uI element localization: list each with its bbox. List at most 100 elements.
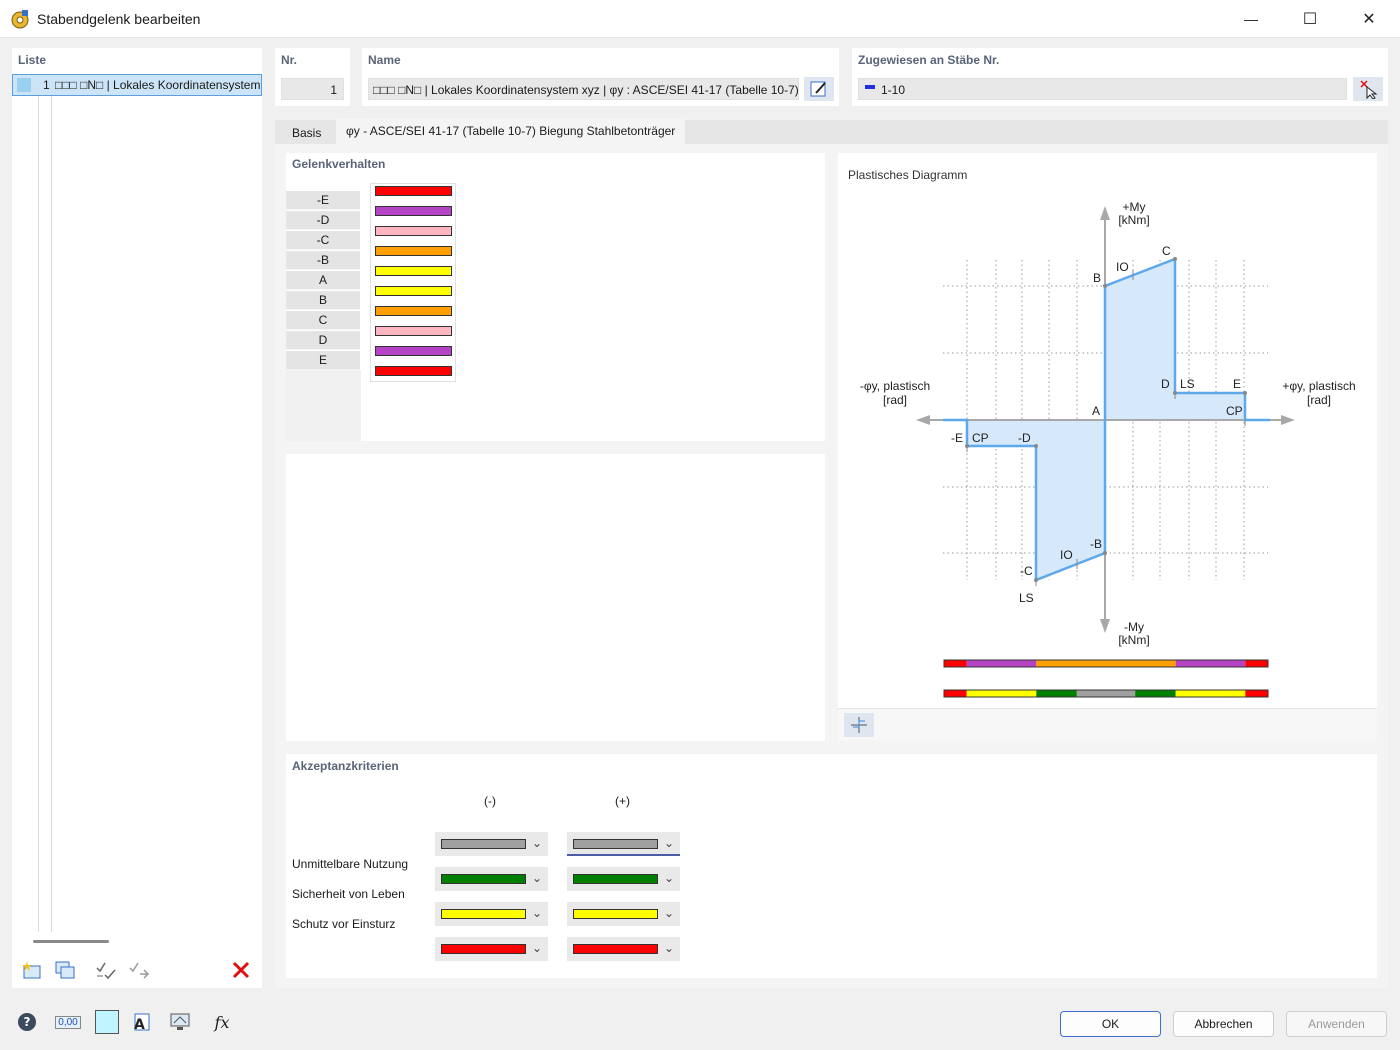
- color-bar-segment: [1245, 690, 1268, 697]
- color-bar-segment: [1135, 690, 1176, 697]
- behavior-color-swatch[interactable]: [375, 186, 452, 196]
- chevron-down-icon: ⌄: [531, 871, 542, 885]
- label-b: B: [1093, 271, 1101, 285]
- new-item-button[interactable]: [17, 957, 47, 983]
- label-io: IO: [1116, 260, 1129, 274]
- acceptance-dropdown-neg[interactable]: ⌄: [435, 902, 548, 926]
- collapse-prevention-label: Schutz vor Einsturz: [292, 917, 396, 931]
- select-members-button[interactable]: [1353, 77, 1383, 101]
- tree-line: [51, 96, 52, 932]
- acceptance-dropdown-neg[interactable]: ⌄: [435, 832, 548, 856]
- chevron-down-icon: ⌄: [663, 871, 674, 885]
- color-bar-segment: [1175, 690, 1246, 697]
- nr-field[interactable]: 1: [281, 78, 344, 100]
- ok-button[interactable]: OK: [1060, 1011, 1161, 1037]
- chevron-down-icon: ⌄: [531, 836, 542, 850]
- app-icon: [10, 9, 30, 29]
- x-neg-unit: [rad]: [883, 393, 907, 407]
- immediate-occupancy-label: Unmittelbare Nutzung: [292, 857, 409, 871]
- diagram-toolbar: [838, 708, 1377, 741]
- minimize-button[interactable]: —: [1222, 0, 1280, 38]
- color-bar-segment: [966, 690, 1037, 697]
- window-title: Stabendgelenk bearbeiten: [37, 11, 201, 27]
- acceptance-dropdown-neg[interactable]: ⌄: [435, 867, 548, 891]
- acceptance-dropdown-pos[interactable]: ⌄: [567, 832, 680, 856]
- label-ncp: CP: [972, 431, 989, 445]
- color-button[interactable]: [95, 1010, 119, 1034]
- label-nd: -D: [1018, 431, 1031, 445]
- list-item-color-icon: [17, 78, 31, 92]
- behavior-color-swatch[interactable]: [375, 226, 452, 236]
- behavior-color-swatch[interactable]: [375, 326, 452, 336]
- acceptance-color-swatch: [573, 909, 658, 919]
- x-pos-label: +φy, plastisch: [1282, 379, 1355, 393]
- view-button[interactable]: [165, 1009, 195, 1035]
- hinge-behavior-header: Gelenkverhalten: [292, 157, 386, 171]
- behavior-color-swatch[interactable]: [375, 366, 452, 376]
- behavior-color-swatch[interactable]: [375, 206, 452, 216]
- x-axis-arrow-neg: [916, 415, 930, 425]
- chevron-down-icon: ⌄: [531, 941, 542, 955]
- maximize-button[interactable]: ☐: [1281, 0, 1339, 38]
- behavior-color-swatch[interactable]: [375, 266, 452, 276]
- behavior-color-swatch[interactable]: [375, 346, 452, 356]
- diagram-view-button[interactable]: [844, 713, 874, 737]
- scrollbar[interactable]: [33, 940, 109, 943]
- formula-button[interactable]: fx: [207, 1009, 237, 1035]
- edit-name-button[interactable]: [804, 77, 834, 101]
- list-item[interactable]: 1 □□□ □N□ | Lokales Koordinatensystem xy…: [12, 74, 262, 96]
- behavior-color-swatch[interactable]: [375, 306, 452, 316]
- acceptance-dropdown-neg[interactable]: ⌄: [435, 937, 548, 961]
- color-bar-segment: [1245, 660, 1268, 667]
- label-cp: CP: [1226, 404, 1243, 418]
- y-neg-label: -My: [1124, 620, 1144, 634]
- tab-basis[interactable]: Basis: [282, 122, 331, 144]
- acceptance-color-swatch: [573, 944, 658, 954]
- acceptance-color-bar: [943, 689, 1269, 698]
- info-panel: [286, 454, 825, 741]
- behavior-row-label: A: [286, 271, 360, 290]
- cancel-button[interactable]: Abbrechen: [1173, 1011, 1274, 1037]
- chevron-down-icon: ⌄: [663, 906, 674, 920]
- delete-button[interactable]: [226, 957, 256, 983]
- view-icon: [170, 1013, 190, 1030]
- behavior-row-label: E: [286, 351, 360, 370]
- text-edit-icon: A: [134, 1013, 150, 1033]
- pick-icon: [1360, 80, 1378, 99]
- acceptance-color-swatch: [573, 839, 658, 849]
- color-bar-segment: [1036, 660, 1176, 667]
- behavior-row-label: -C: [286, 231, 360, 250]
- acceptance-dropdown-pos[interactable]: ⌄: [567, 867, 680, 891]
- title-bar: Stabendgelenk bearbeiten — ☐ ✕: [0, 0, 1400, 38]
- plastic-diagram: +My [kNm] -My [kNm] +φy, plastisch [rad]…: [860, 200, 1356, 698]
- member-icon: [865, 85, 875, 89]
- uncheck-button[interactable]: [125, 957, 155, 983]
- behavior-label-column: [286, 370, 361, 441]
- uncheck-icon: [129, 962, 150, 979]
- svg-text:A: A: [134, 1017, 145, 1033]
- assigned-field[interactable]: 1-10: [858, 78, 1347, 100]
- copy-item-button[interactable]: [50, 957, 80, 983]
- rename-button[interactable]: A: [124, 1009, 154, 1035]
- label-ls: LS: [1180, 377, 1195, 391]
- list-toolbar: [12, 957, 262, 987]
- color-bar-segment: [966, 660, 1037, 667]
- acceptance-dropdown-pos[interactable]: ⌄: [567, 902, 680, 926]
- apply-button[interactable]: Anwenden: [1286, 1011, 1387, 1037]
- color-bar-segment: [1175, 660, 1246, 667]
- behavior-color-swatch[interactable]: [375, 246, 452, 256]
- decimal-places-button[interactable]: 0,00: [53, 1009, 83, 1035]
- fx-icon: fx: [214, 1012, 230, 1032]
- close-button[interactable]: ✕: [1340, 0, 1398, 38]
- acceptance-dropdown-pos[interactable]: ⌄: [567, 937, 680, 961]
- label-a: A: [1092, 404, 1100, 418]
- tab-phi-y[interactable]: φy - ASCE/SEI 41-17 (Tabelle 10-7) Biegu…: [336, 119, 686, 144]
- list-item-label: □□□ □N□ | Lokales Koordinatensystem xyz: [55, 78, 262, 92]
- name-field[interactable]: □□□ □N□ | Lokales Koordinatensystem xyz …: [368, 78, 799, 100]
- decimal-icon: 0,00: [55, 1015, 81, 1029]
- color-bar-segment: [1076, 690, 1136, 697]
- new-icon: [22, 961, 41, 979]
- help-button[interactable]: ?: [12, 1009, 42, 1035]
- behavior-color-swatch[interactable]: [375, 286, 452, 296]
- check-button[interactable]: [92, 957, 122, 983]
